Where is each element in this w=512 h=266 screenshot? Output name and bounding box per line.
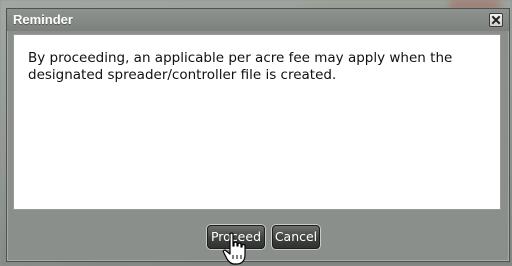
- hand-pointer-icon: [222, 232, 246, 265]
- reminder-dialog: Reminder By proceeding, an applicable pe…: [6, 8, 510, 262]
- cancel-button[interactable]: Cancel: [272, 225, 320, 249]
- close-icon: [491, 15, 501, 25]
- dialog-header: Reminder: [7, 9, 509, 31]
- close-button[interactable]: [489, 13, 503, 27]
- dialog-title: Reminder: [13, 12, 73, 27]
- dialog-body: By proceeding, an applicable per acre fe…: [13, 34, 501, 210]
- dialog-message: By proceeding, an applicable per acre fe…: [28, 50, 453, 83]
